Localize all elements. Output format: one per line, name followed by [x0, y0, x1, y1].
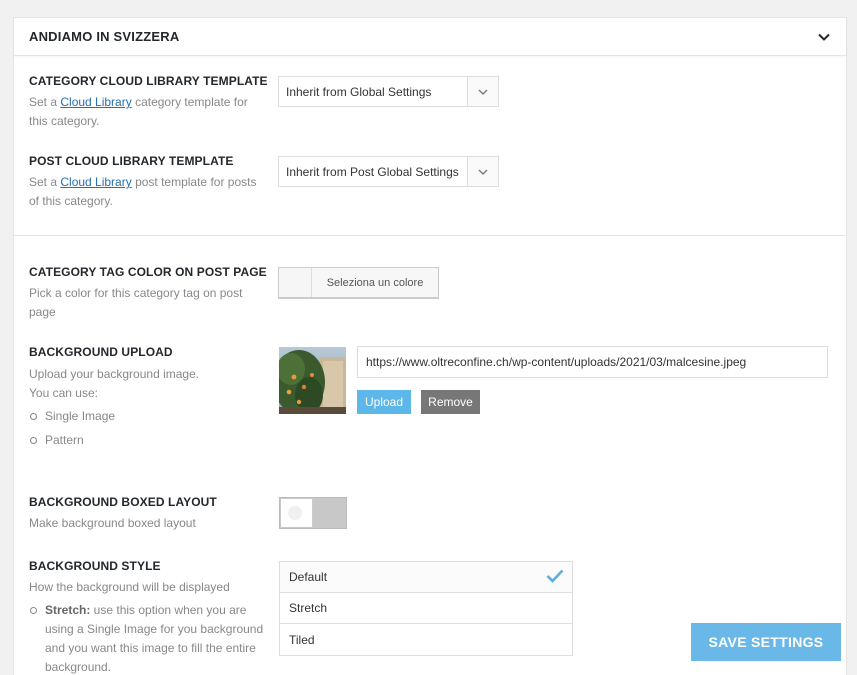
- style-option-tiled[interactable]: Tiled: [280, 624, 572, 655]
- chevron-down-icon[interactable]: [467, 77, 498, 106]
- cloud-library-link[interactable]: Cloud Library: [60, 175, 131, 189]
- post-template-value: Inherit from Post Global Settings: [286, 164, 459, 179]
- boxed-layout-label: BACKGROUND BOXED LAYOUT: [29, 495, 217, 509]
- style-option-default[interactable]: Default: [280, 562, 572, 593]
- category-settings-panel: ANDIAMO IN SVIZZERA CATEGORY CLOUD LIBRA…: [13, 17, 847, 675]
- option-label: Tiled: [289, 632, 315, 647]
- category-template-desc: Set a Cloud Library category template fo…: [29, 93, 264, 131]
- boxed-layout-toggle[interactable]: [279, 497, 347, 529]
- category-template-select[interactable]: Inherit from Global Settings: [278, 76, 499, 107]
- tag-color-desc: Pick a color for this category tag on po…: [29, 286, 243, 319]
- bg-style-desc: How the background will be displayed: [29, 580, 230, 594]
- upload-button[interactable]: Upload: [357, 390, 411, 414]
- bg-style-options: Default Stretch Tiled: [279, 561, 573, 656]
- desc-line: You can use:: [29, 386, 98, 400]
- chevron-down-icon[interactable]: [814, 27, 834, 47]
- color-swatch[interactable]: [279, 268, 312, 297]
- panel-title: ANDIAMO IN SVIZZERA: [29, 29, 180, 44]
- bg-upload-desc: Upload your background image. You can us…: [29, 365, 264, 403]
- style-option-stretch[interactable]: Stretch: [280, 593, 572, 624]
- desc-line: Upload your background image.: [29, 367, 200, 381]
- tag-color-label: CATEGORY TAG COLOR ON POST PAGE: [29, 265, 267, 279]
- note-term: Stretch:: [45, 603, 91, 617]
- post-template-desc: Set a Cloud Library post template for po…: [29, 173, 264, 211]
- background-url-input[interactable]: https://www.oltreconfine.ch/wp-content/u…: [357, 346, 828, 378]
- post-template-label: POST CLOUD LIBRARY TEMPLATE: [29, 154, 234, 168]
- category-template-value: Inherit from Global Settings: [286, 84, 432, 99]
- checkmark-icon: [546, 569, 564, 586]
- bg-style-notes: Stretch: use this option when you are us…: [29, 601, 264, 675]
- post-template-row: POST CLOUD LIBRARY TEMPLATE Set a Cloud …: [29, 154, 264, 211]
- section-divider: [14, 235, 846, 236]
- color-picker-button[interactable]: Seleziona un colore: [278, 267, 439, 298]
- boxed-layout-desc: Make background boxed layout: [29, 516, 196, 530]
- background-thumbnail: [279, 347, 346, 414]
- option-label: Stretch: [289, 601, 328, 615]
- tag-color-row: CATEGORY TAG COLOR ON POST PAGE Pick a c…: [29, 265, 267, 322]
- category-template-row: CATEGORY CLOUD LIBRARY TEMPLATE Set a Cl…: [29, 74, 268, 131]
- post-template-select[interactable]: Inherit from Post Global Settings: [278, 156, 499, 187]
- bg-upload-label: BACKGROUND UPLOAD: [29, 345, 173, 359]
- bg-upload-options: Single Image Pattern: [29, 407, 264, 450]
- cloud-library-link[interactable]: Cloud Library: [60, 95, 131, 109]
- desc-text: Set a: [29, 175, 61, 189]
- remove-button[interactable]: Remove: [421, 390, 480, 414]
- bg-style-label: BACKGROUND STYLE: [29, 559, 161, 573]
- list-item: Stretch: use this option when you are us…: [29, 601, 264, 675]
- desc-text: Set a: [29, 95, 61, 109]
- list-item: Pattern: [29, 431, 264, 450]
- category-template-label: CATEGORY CLOUD LIBRARY TEMPLATE: [29, 74, 268, 88]
- list-item: Single Image: [29, 407, 264, 426]
- toggle-knob[interactable]: [281, 499, 313, 527]
- boxed-layout-row: BACKGROUND BOXED LAYOUT Make background …: [29, 495, 264, 533]
- chevron-down-icon[interactable]: [467, 157, 498, 186]
- color-picker-label: Seleziona un colore: [312, 268, 438, 297]
- bg-style-row: BACKGROUND STYLE How the background will…: [29, 559, 264, 675]
- bg-upload-row: BACKGROUND UPLOAD Upload your background…: [29, 345, 264, 455]
- option-label: Default: [289, 570, 328, 584]
- save-settings-button[interactable]: SAVE SETTINGS: [691, 623, 841, 661]
- panel-header[interactable]: ANDIAMO IN SVIZZERA: [14, 18, 846, 56]
